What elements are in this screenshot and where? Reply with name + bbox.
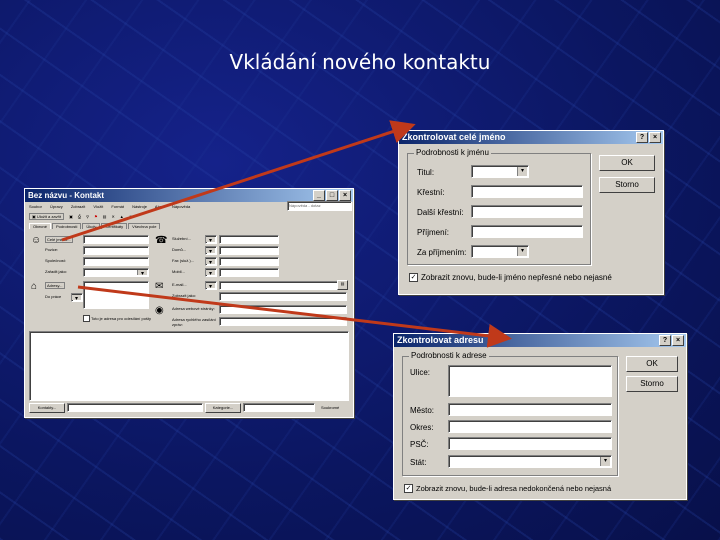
arrow-to-name-dialog — [61, 120, 416, 242]
annotation-arrows — [61, 120, 512, 348]
arrow-to-address-dialog — [77, 285, 512, 348]
